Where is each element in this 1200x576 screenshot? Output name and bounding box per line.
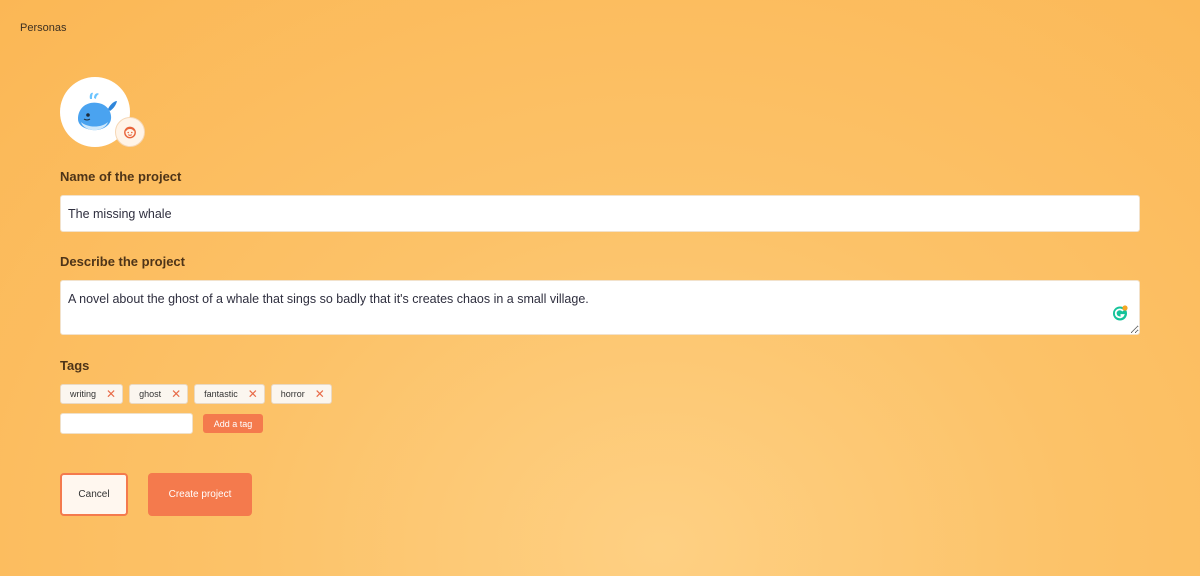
avatar-edit-button[interactable] xyxy=(115,117,145,147)
tag-chip: writing ✕ xyxy=(60,384,124,404)
tag-label: writing xyxy=(70,389,97,399)
cancel-button[interactable]: Cancel xyxy=(60,473,128,516)
project-description-input[interactable]: A novel about the ghost of a whale that … xyxy=(60,280,1140,335)
tag-chip: fantastic ✕ xyxy=(194,384,265,404)
remove-tag-icon[interactable]: ✕ xyxy=(171,388,181,400)
grammarly-icon[interactable] xyxy=(1112,305,1128,321)
whale-icon xyxy=(78,92,117,131)
tag-label: fantastic xyxy=(204,389,238,399)
project-name-label: Name of the project xyxy=(60,169,182,184)
add-tag-button[interactable]: Add a tag xyxy=(203,414,263,433)
breadcrumb[interactable]: Personas xyxy=(20,22,66,34)
tags-list: writing ✕ ghost ✕ fantastic ✕ horror ✕ xyxy=(60,384,332,404)
project-description-label: Describe the project xyxy=(60,254,185,269)
project-name-input[interactable] xyxy=(60,195,1140,232)
remove-tag-icon[interactable]: ✕ xyxy=(248,388,258,400)
tag-chip: horror ✕ xyxy=(270,384,332,404)
create-project-button[interactable]: Create project xyxy=(148,473,252,516)
face-icon xyxy=(124,126,136,139)
remove-tag-icon[interactable]: ✕ xyxy=(106,388,116,400)
tag-chip: ghost ✕ xyxy=(129,384,189,404)
tag-label: ghost xyxy=(139,389,162,399)
remove-tag-icon[interactable]: ✕ xyxy=(315,388,325,400)
new-tag-input[interactable] xyxy=(60,413,193,434)
tags-label: Tags xyxy=(60,358,90,373)
tag-label: horror xyxy=(280,389,305,399)
